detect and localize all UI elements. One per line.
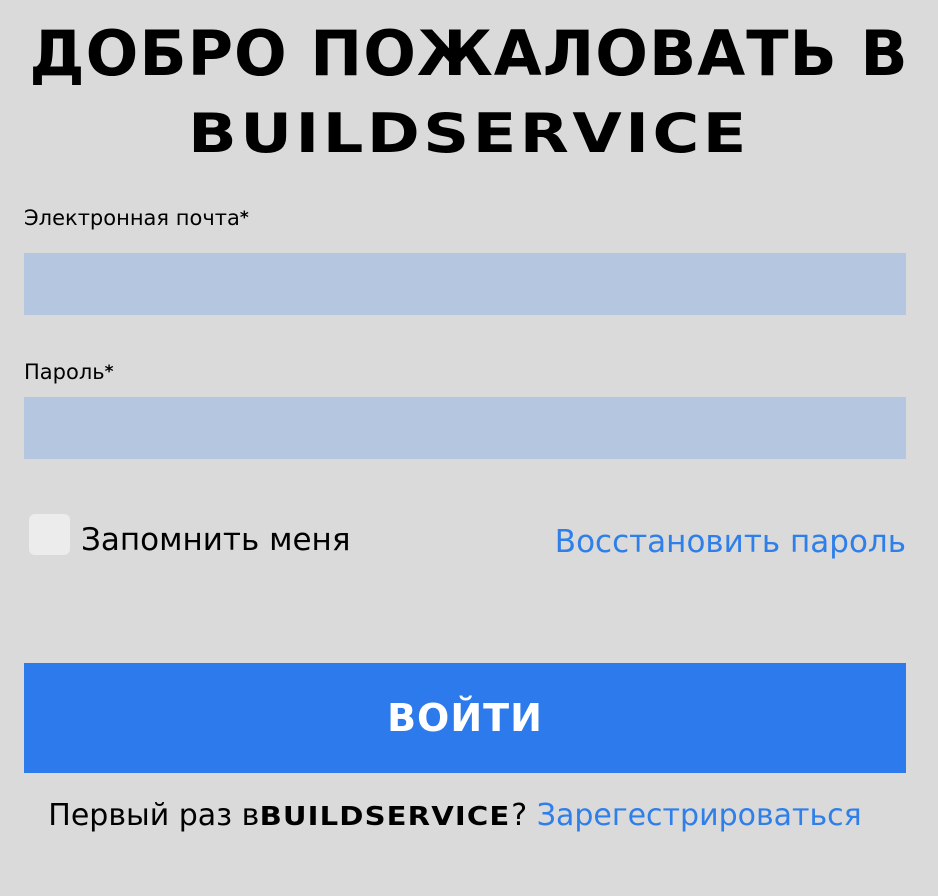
remember-me-checkbox[interactable] [29,513,70,555]
password-label: Пароль* [24,358,114,386]
page-title: ДОБРО ПОЖАЛОВАТЬ В BUILDSERVICE [0,14,938,174]
signup-prompt: Первый раз вBUILDSERVICE? Зарегестрирова… [0,796,910,837]
page-title-line1: ДОБРО ПОЖАЛОВАТЬ В [29,17,909,90]
login-button[interactable]: ВОЙТИ [24,663,906,773]
password-field[interactable] [24,397,906,459]
remember-me-label[interactable]: Запомнить меня [81,520,350,560]
email-label: Электронная почта* [24,204,249,232]
email-required-mark: * [239,208,249,228]
remember-me-control[interactable]: Запомнить меня [29,512,350,568]
password-label-text: Пароль [24,360,105,384]
forgot-password-link[interactable]: Восстановить пароль [555,522,906,562]
signup-prompt-question: ? [511,798,528,833]
page-title-brand: BUILDSERVICE [188,102,750,165]
password-required-mark: * [104,362,114,382]
signup-link[interactable]: Зарегестрироваться [537,798,862,833]
signup-prompt-text: Первый раз в [48,798,260,833]
email-label-text: Электронная почта [24,206,240,230]
email-field[interactable] [24,253,906,315]
signup-prompt-brand: BUILDSERVICE [259,802,511,832]
